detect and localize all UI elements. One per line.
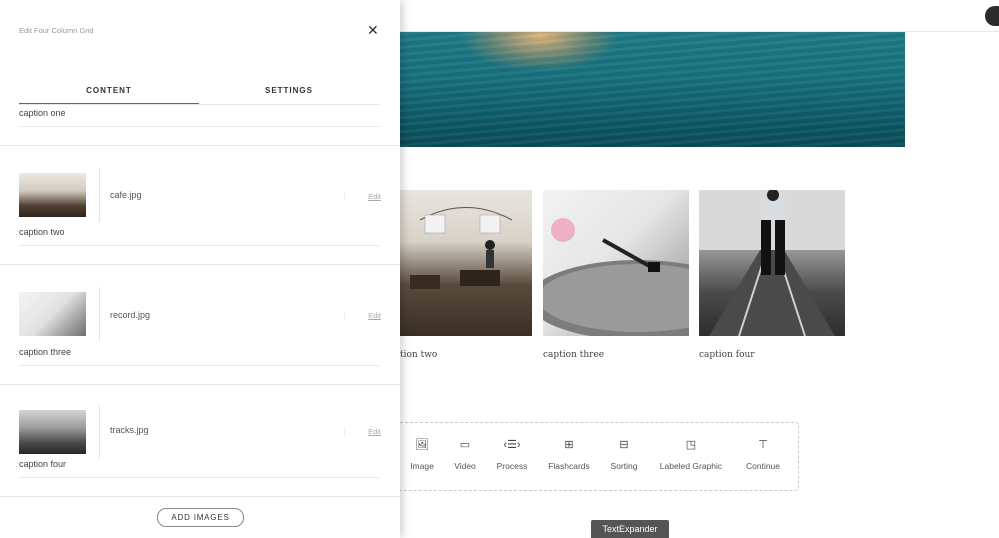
caption-field[interactable]: caption one <box>19 108 380 127</box>
divider <box>0 264 400 265</box>
close-icon[interactable]: ✕ <box>367 22 379 39</box>
divider <box>0 496 400 497</box>
labeled-graphic-icon: ◳ <box>685 439 697 451</box>
grid-image-cafe[interactable] <box>400 190 532 336</box>
divider <box>0 384 400 385</box>
image-icon: 🖼 <box>415 439 429 451</box>
block-process-button[interactable]: ‹☰› Process <box>494 437 530 471</box>
thumbnail-record <box>19 292 86 336</box>
continue-icon: ⊤ <box>758 439 768 451</box>
caption-field[interactable]: caption four <box>19 459 380 478</box>
add-images-button[interactable]: ADD IMAGES <box>157 508 244 527</box>
edit-link[interactable]: Edit <box>344 192 381 201</box>
grid-caption: caption four <box>699 350 755 360</box>
flashcards-icon: ⊞ <box>564 439 574 451</box>
panel-tabs: CONTENT SETTINGS <box>19 86 380 105</box>
grid-image-tracks[interactable] <box>699 190 845 336</box>
process-icon: ‹☰› <box>503 439 521 451</box>
divider <box>0 145 400 146</box>
panel-title: Edit Four Column Grid <box>19 26 94 35</box>
grid-caption: tion two <box>400 350 438 360</box>
top-bar <box>400 0 999 32</box>
file-name: cafe.jpg <box>110 190 142 200</box>
tracks-scene-graphic <box>699 190 845 336</box>
textexpander-badge[interactable]: TextExpander <box>591 520 669 538</box>
grid-image-record[interactable] <box>543 190 689 336</box>
tab-content[interactable]: CONTENT <box>19 86 199 104</box>
separator <box>99 287 100 341</box>
block-sorting-button[interactable]: ⊟ Sorting <box>607 437 641 471</box>
grid-caption: caption three <box>543 350 605 360</box>
block-video-button[interactable]: ▭ Video <box>450 437 480 471</box>
file-name: record.jpg <box>110 310 151 320</box>
caption-field[interactable]: caption two <box>19 227 380 246</box>
separator <box>99 168 100 222</box>
thumbnail-tracks <box>19 410 86 454</box>
file-name: tracks.jpg <box>110 425 149 435</box>
video-icon: ▭ <box>459 439 471 451</box>
edit-link[interactable]: Edit <box>344 311 381 320</box>
cafe-scene-graphic <box>410 207 513 289</box>
thumbnail-cafe <box>19 173 86 217</box>
edit-panel: Edit Four Column Grid ✕ CONTENT SETTINGS… <box>0 0 400 538</box>
record-scene-graphic <box>543 218 689 336</box>
block-flashcards-button[interactable]: ⊞ Flashcards <box>546 437 592 471</box>
hero-image <box>400 32 905 147</box>
toggle-switch[interactable] <box>985 6 999 26</box>
block-image-button[interactable]: 🖼 Image <box>407 437 437 471</box>
edit-link[interactable]: Edit <box>344 427 381 436</box>
block-labeled-graphic-button[interactable]: ◳ Labeled Graphic <box>656 437 726 471</box>
tab-settings[interactable]: SETTINGS <box>199 86 379 103</box>
separator <box>99 405 100 459</box>
sorting-icon: ⊟ <box>619 439 629 451</box>
block-continue-button[interactable]: ⊤ Continue <box>742 437 784 471</box>
block-toolbar: 🖼 Image ▭ Video ‹☰› Process ⊞ Flashcards… <box>400 422 799 491</box>
caption-field[interactable]: caption three <box>19 347 380 366</box>
